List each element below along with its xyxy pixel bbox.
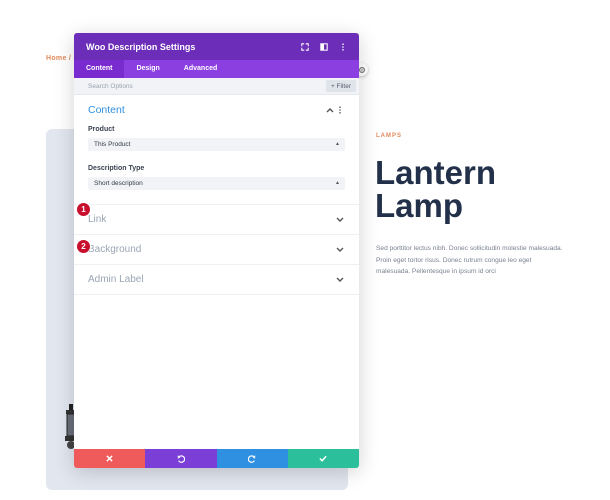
cancel-button[interactable] [74,449,146,468]
modal-header: Woo Description Settings [74,33,359,60]
admin-label-section-header[interactable]: Admin Label [74,265,359,294]
save-icon [319,455,328,462]
step-badge-2: 2 [77,240,90,253]
modal-footer [74,449,359,468]
split-view-icon[interactable] [318,41,330,53]
chevron-down-icon[interactable] [335,275,345,285]
settings-modal: Woo Description Settings Content Design … [74,33,359,468]
product-description: Sed porttitor lectus nibh. Donec sollici… [376,245,563,275]
tab-content[interactable]: Content [74,60,125,78]
link-section-header[interactable]: Link [74,205,359,234]
redo-button[interactable] [216,449,288,468]
content-section: Content Product This Product ▲ Descripti… [74,95,359,253]
admin-label-section: Admin Label [74,265,359,295]
cancel-icon [106,455,113,462]
chevron-down-icon[interactable] [335,245,345,255]
product-category[interactable]: LAMPS [376,133,402,139]
modal-tabs: Content Design Advanced [74,60,359,78]
admin-label-section-title: Admin Label [88,274,144,285]
search-row: Search Options + Filter [74,78,359,95]
section-more-icon[interactable] [335,105,345,115]
page: Home / LAMPS Lantern Lamp Sed porttitor … [0,0,610,500]
content-section-header[interactable]: Content [74,95,359,124]
product-select[interactable]: This Product ▲ [88,138,345,151]
description-type-value: Short description [94,180,143,187]
product-title: Lantern Lamp [375,154,497,224]
undo-icon [177,454,185,463]
select-arrows-icon: ▲ [335,141,340,147]
product-select-value: This Product [94,141,131,148]
save-button[interactable] [287,449,359,468]
more-options-icon[interactable] [337,41,349,53]
link-section: Link [74,205,359,235]
chevron-down-icon[interactable] [335,215,345,225]
undo-button[interactable] [145,449,217,468]
content-section-title: Content [88,103,125,116]
link-section-title: Link [88,214,107,225]
description-type-select[interactable]: Short description ▲ [88,177,345,190]
step-badge-1: 1 [77,203,90,216]
select-arrows-icon: ▲ [335,180,340,186]
background-section-title: Background [88,244,142,255]
tab-advanced[interactable]: Advanced [172,60,229,78]
tab-design[interactable]: Design [124,60,171,78]
description-type-label: Description Type [88,165,145,172]
expand-icon[interactable] [299,41,311,53]
filter-button[interactable]: + Filter [325,80,356,92]
background-section-header[interactable]: Background [74,235,359,264]
modal-title: Woo Description Settings [86,41,196,52]
product-field-label: Product [88,126,115,133]
search-options-input[interactable]: Search Options [88,83,326,90]
background-section: Background [74,235,359,265]
redo-icon [248,454,256,463]
breadcrumb[interactable]: Home / [46,55,71,62]
chevron-up-icon[interactable] [325,105,335,115]
